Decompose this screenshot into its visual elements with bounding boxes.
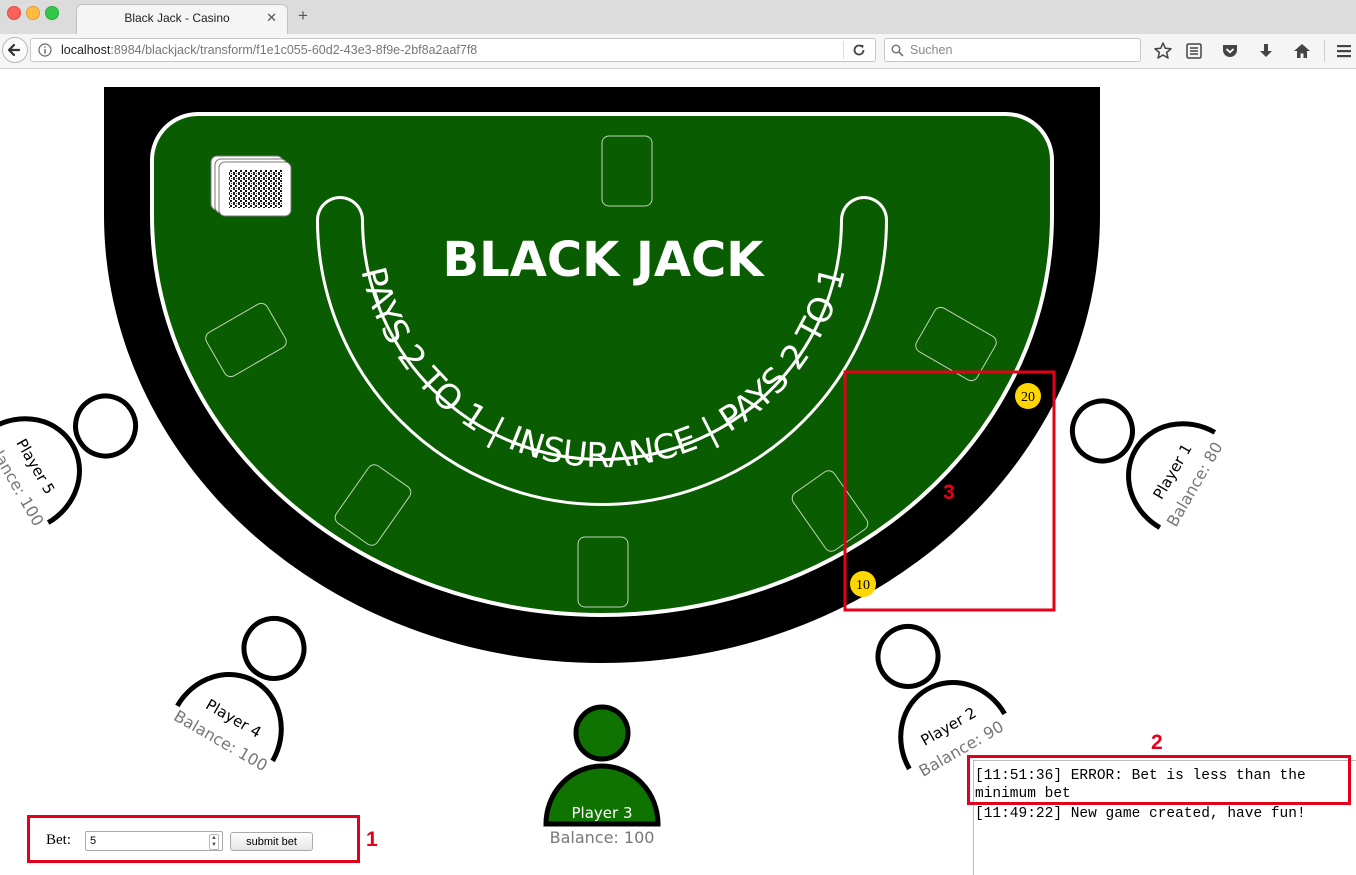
player-seat-1: Player 1 Balance: 80 — [1069, 398, 1227, 530]
info-icon[interactable] — [38, 43, 52, 57]
url-host: localhost — [61, 43, 111, 57]
submit-bet-button[interactable]: submit bet — [230, 832, 313, 851]
pocket-icon[interactable] — [1220, 41, 1240, 61]
reading-list-icon[interactable] — [1184, 41, 1204, 61]
table-title: BLACK JACK — [443, 232, 766, 288]
player-3-name: Player 3 — [572, 804, 633, 822]
bet-amount-input[interactable]: 5 ▲ ▼ — [85, 831, 223, 851]
card-deck — [210, 155, 292, 217]
bet-chip-value: 10 — [856, 578, 870, 593]
annotation-label-3: 3 — [943, 481, 955, 504]
annotation-label-2: 2 — [1151, 731, 1163, 754]
bet-amount-value: 5 — [90, 835, 97, 847]
bet-chip-value: 20 — [1021, 390, 1035, 405]
annotation-box-2 — [967, 755, 1351, 805]
url-text: localhost:8984/blackjack/transform/f1e1c… — [61, 43, 477, 57]
back-button[interactable] — [2, 37, 28, 63]
bet-stepper-icon[interactable]: ▲ ▼ — [209, 834, 219, 850]
search-icon — [891, 44, 904, 57]
minimize-window-icon[interactable] — [26, 6, 40, 20]
url-path: :8984/blackjack/transform/f1e1c055-60d2-… — [110, 43, 478, 57]
url-divider — [843, 41, 844, 59]
back-arrow-icon — [7, 43, 21, 57]
bookmark-star-icon[interactable] — [1153, 41, 1173, 61]
annotation-label-1: 1 — [366, 828, 378, 851]
search-placeholder: Suchen — [910, 43, 953, 57]
search-box[interactable]: Suchen — [884, 38, 1141, 62]
new-tab-button[interactable]: + — [298, 6, 308, 26]
url-bar[interactable]: localhost:8984/blackjack/transform/f1e1c… — [30, 38, 876, 62]
home-icon[interactable] — [1292, 41, 1312, 61]
close-window-icon[interactable] — [7, 6, 21, 20]
bet-form: Bet: 5 ▲ ▼ submit bet — [27, 815, 360, 863]
player-3-balance: Balance: 100 — [550, 828, 655, 847]
tab-close-icon[interactable]: ✕ — [266, 10, 277, 26]
browser-toolbar: localhost:8984/blackjack/transform/f1e1c… — [0, 34, 1356, 69]
menu-icon[interactable] — [1334, 41, 1354, 61]
bet-chip: 20 — [1015, 383, 1041, 409]
bet-label: Bet: — [46, 832, 71, 848]
player-seat-3: Player 3 Balance: 100 — [543, 704, 661, 847]
toolbar-divider — [1324, 40, 1325, 62]
log-entry: [11:49:22] New game created, have fun! — [975, 806, 1306, 822]
maximize-window-icon[interactable] — [45, 6, 59, 20]
player-seat-4: Player 4 Balance: 100 — [171, 615, 307, 775]
bet-chip: 10 — [850, 571, 876, 597]
tab-title: Black Jack - Casino — [124, 11, 230, 25]
download-icon[interactable] — [1256, 41, 1276, 61]
player-seat-5: Player 5 Balance: 100 — [0, 393, 139, 529]
browser-tab[interactable]: Black Jack - Casino ✕ — [76, 4, 288, 34]
player-3-head-icon — [573, 704, 631, 762]
reload-icon[interactable] — [852, 43, 866, 57]
browser-tab-bar: Black Jack - Casino ✕ + — [0, 0, 1356, 35]
